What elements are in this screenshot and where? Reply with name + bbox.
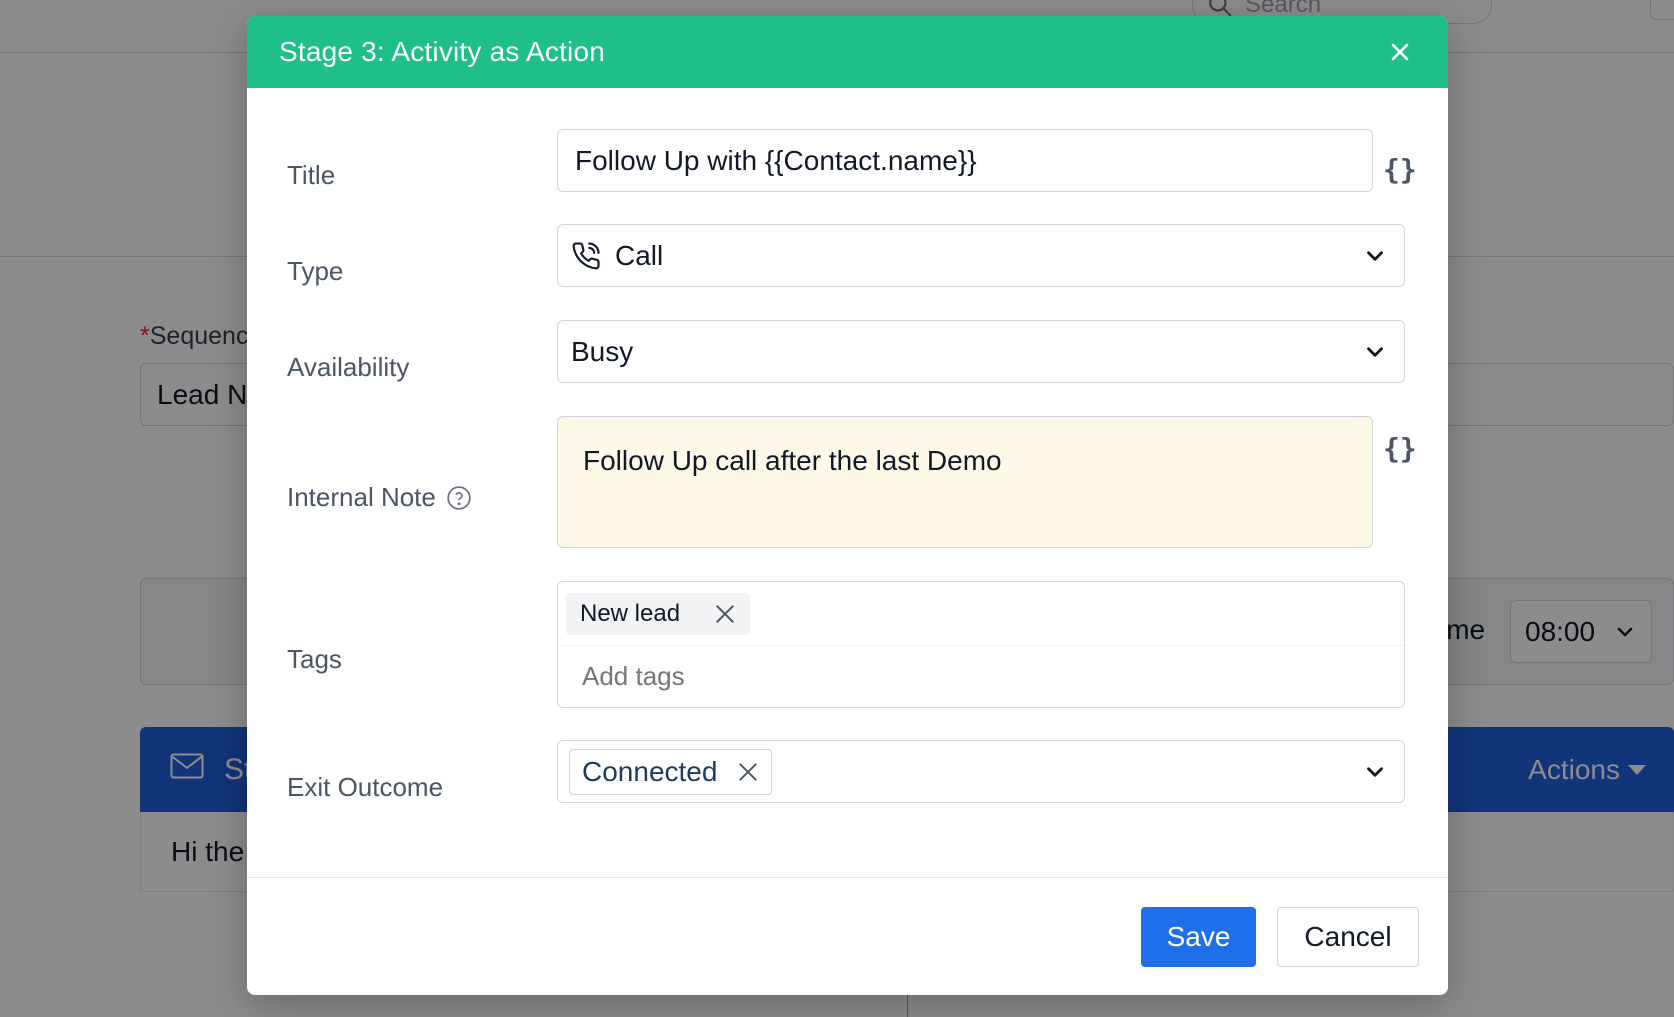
type-label-text: Type [287, 256, 344, 286]
phone-call-icon [572, 241, 600, 269]
remove-outcome-icon[interactable] [737, 761, 759, 783]
availability-value: Busy [571, 335, 634, 367]
title-label: Title [287, 160, 335, 191]
exit-outcome-label-text: Exit Outcome [287, 772, 444, 802]
remove-tag-icon[interactable] [714, 603, 736, 625]
footer-divider [247, 877, 1448, 878]
tags-label: Tags [287, 644, 342, 675]
close-button[interactable] [1384, 36, 1416, 68]
outcome-chip-label: Connected [582, 755, 718, 787]
variable-insert-button[interactable]: {} [1383, 432, 1417, 465]
title-value: Follow Up with {{Contact.name}} [575, 144, 977, 176]
tag-chip: New lead [566, 592, 751, 635]
close-icon [1391, 43, 1409, 61]
chevron-down-icon [1367, 766, 1383, 777]
activity-modal: Stage 3: Activity as Action Title Follow… [247, 16, 1448, 995]
modal-title: Stage 3: Activity as Action [279, 36, 606, 67]
title-input[interactable]: Follow Up with {{Contact.name}} [557, 129, 1373, 192]
cancel-button[interactable]: Cancel [1277, 907, 1419, 967]
internal-note-value: Follow Up call after the last Demo [583, 445, 1002, 476]
internal-note-textarea[interactable]: Follow Up call after the last Demo [557, 416, 1373, 548]
exit-outcome-select[interactable]: Connected [557, 740, 1405, 803]
outcome-chip: Connected [569, 748, 773, 795]
type-value: Call [615, 239, 664, 271]
save-button[interactable]: Save [1141, 907, 1256, 967]
availability-label-text: Availability [287, 352, 410, 382]
tags-chip-row: New lead [558, 582, 1404, 646]
help-icon[interactable] [446, 485, 472, 511]
chevron-down-icon [1367, 346, 1383, 357]
modal-header: Stage 3: Activity as Action [247, 16, 1448, 88]
tag-chip-label: New lead [580, 599, 681, 627]
availability-select[interactable]: Busy [557, 320, 1405, 383]
tags-field[interactable]: New lead [557, 581, 1405, 708]
type-label: Type [287, 256, 343, 287]
title-label-text: Title [287, 160, 336, 190]
exit-outcome-label: Exit Outcome [287, 772, 443, 803]
variable-insert-button[interactable]: {} [1383, 153, 1417, 186]
internal-note-label-text: Internal Note [287, 482, 436, 512]
chevron-down-icon [1367, 250, 1383, 261]
internal-note-label: Internal Note [287, 482, 472, 513]
availability-label: Availability [287, 352, 409, 383]
type-select[interactable]: Call [557, 224, 1405, 287]
tags-label-text: Tags [287, 644, 342, 674]
add-tags-input[interactable] [558, 646, 1404, 706]
